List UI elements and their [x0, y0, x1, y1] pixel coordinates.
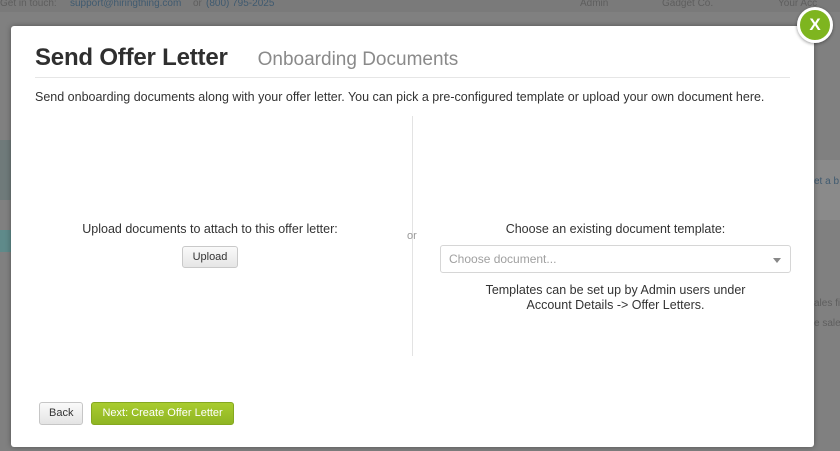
background-contact-email: support@hiringthing.com	[70, 0, 182, 9]
background-side-block	[0, 140, 11, 200]
or-separator: or	[407, 230, 417, 242]
background-right-panel	[814, 160, 840, 220]
close-icon[interactable]: X	[797, 7, 833, 43]
background-contact-text: Get in touch:	[0, 0, 57, 9]
background-side-text-1: et a b	[814, 176, 840, 187]
modal-subtitle: Onboarding Documents	[257, 49, 459, 70]
template-section: Choose an existing document template: Ch…	[440, 222, 791, 313]
template-note-line1: Templates can be set up by Admin users u…	[485, 283, 746, 297]
next-create-offer-letter-button[interactable]: Next: Create Offer Letter	[91, 402, 234, 425]
upload-label: Upload documents to attach to this offer…	[82, 222, 338, 236]
background-contact-phone: (800) 795-2025	[206, 0, 275, 9]
template-label: Choose an existing document template:	[505, 222, 726, 236]
background-company-label: Gadget Co.	[662, 0, 714, 9]
modal-description: Send onboarding documents along with you…	[35, 90, 765, 104]
document-template-select[interactable]: Choose document...	[440, 245, 791, 273]
modal-title: Send Offer Letter	[35, 44, 228, 71]
upload-button[interactable]: Upload	[181, 246, 239, 268]
background-side-text-2: ales fi	[814, 298, 840, 309]
template-note: Templates can be set up by Admin users u…	[440, 283, 791, 313]
upload-section: Upload documents to attach to this offer…	[35, 222, 385, 268]
template-note-line2: Account Details -> Offer Letters.	[526, 298, 705, 312]
background-admin-label: Admin	[580, 0, 609, 9]
chevron-down-icon	[773, 258, 781, 263]
background-side-tab	[0, 230, 11, 252]
background-side-text-3: e sale	[814, 318, 840, 329]
send-offer-letter-modal: Send Offer Letter Onboarding Documents S…	[11, 26, 814, 447]
background-contact-or: or	[193, 0, 202, 9]
back-button[interactable]: Back	[39, 402, 84, 425]
document-select-placeholder: Choose document...	[449, 252, 557, 266]
modal-header: Send Offer Letter Onboarding Documents	[35, 44, 790, 78]
modal-footer: Back Next: Create Offer Letter	[39, 402, 234, 425]
